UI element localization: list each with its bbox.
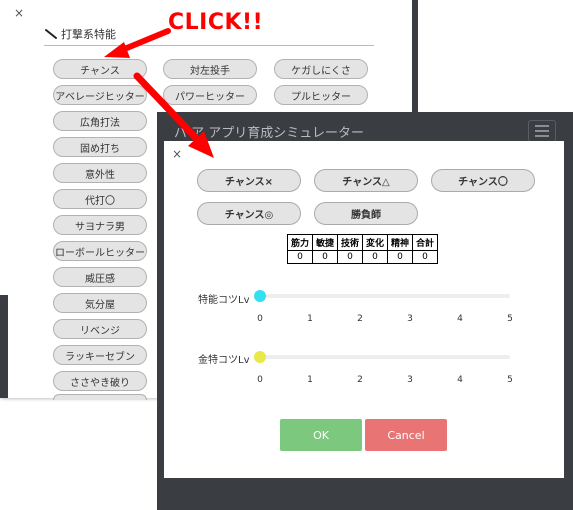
arrow-to-chance-icon <box>104 28 171 58</box>
annotation-arrows <box>104 28 214 158</box>
arrow-to-modal-icon <box>133 72 214 158</box>
click-annotation: CLICK!! <box>168 10 264 35</box>
